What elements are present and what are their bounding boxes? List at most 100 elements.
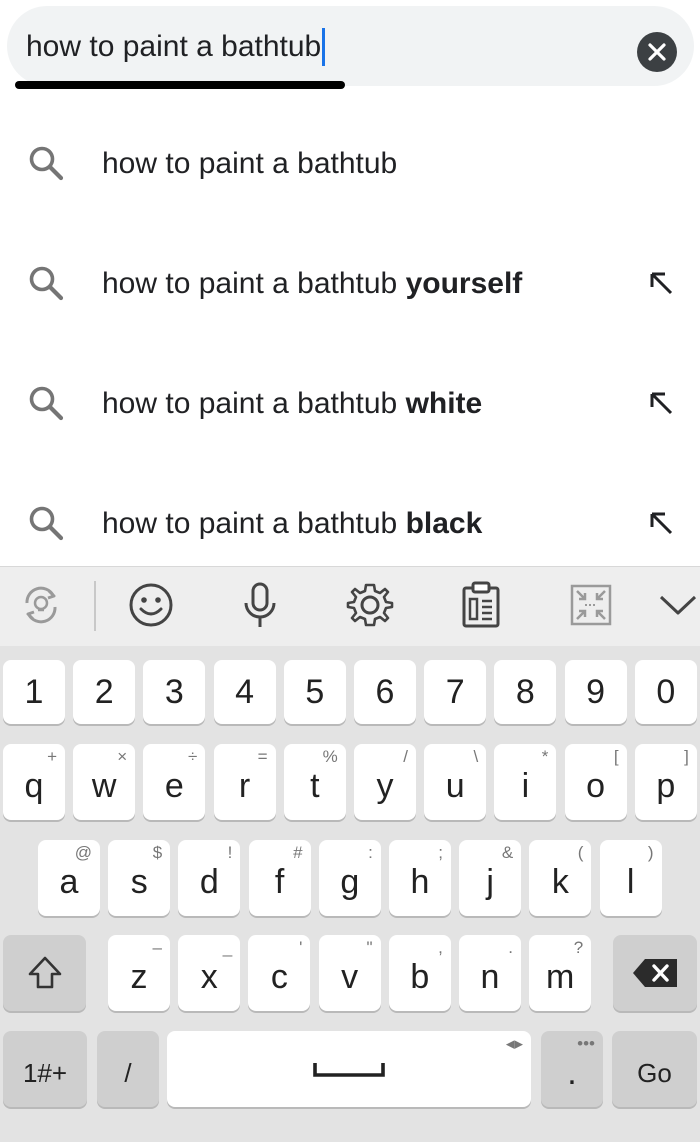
key-a[interactable]: a @ xyxy=(38,840,100,916)
key-alt-label: [ xyxy=(613,747,619,766)
key-alt-label: \ xyxy=(473,747,479,766)
keyboard: 1 2 3 4 5 6 7 8 9 0 q + w × e ÷ r = t% y / u \ i * o[p] a @ s $ d! f # g:… xyxy=(0,566,700,1142)
fill-query-arrow-icon[interactable] xyxy=(645,267,677,299)
key-alt-label: ÷ xyxy=(188,747,198,766)
key-4[interactable]: 4 xyxy=(213,660,276,724)
key-alt-label: ? xyxy=(573,938,584,957)
suggestion-base: how to paint a bathtub xyxy=(102,507,406,540)
key-label: Go xyxy=(637,1057,672,1088)
key-f[interactable]: f # xyxy=(248,840,311,916)
key-alt-label: : xyxy=(368,843,373,862)
key-alt-label: – xyxy=(152,938,162,957)
suggestion-item[interactable]: how to paint a bathtub xyxy=(0,104,700,224)
key-2[interactable]: 2 xyxy=(73,660,136,724)
key-label: / xyxy=(124,1057,132,1088)
translate-button[interactable] xyxy=(15,579,67,631)
key-v[interactable]: v " xyxy=(318,935,381,1011)
key-9[interactable]: 9 xyxy=(564,660,627,724)
key-b[interactable]: b, xyxy=(388,935,451,1011)
key-d[interactable]: d! xyxy=(178,840,241,916)
key-alt-label: ( xyxy=(577,843,584,862)
settings-button[interactable] xyxy=(344,579,396,631)
key-6[interactable]: 6 xyxy=(354,660,416,724)
key-r[interactable]: r = xyxy=(213,744,276,820)
suggestion-base: how to paint a bathtub xyxy=(102,267,406,300)
suggestion-item[interactable]: how to paint a bathtub yourself xyxy=(0,224,700,344)
go-key[interactable]: Go xyxy=(612,1031,697,1107)
key-label: 2 xyxy=(94,672,114,711)
backspace-key[interactable] xyxy=(613,935,697,1011)
key-alt-label: , xyxy=(438,938,443,957)
key-alt-label: = xyxy=(257,747,268,766)
key-label: 1#+ xyxy=(22,1057,68,1088)
key-label: c xyxy=(270,957,288,996)
key-label: h xyxy=(410,862,430,901)
key-l[interactable]: l) xyxy=(599,840,662,916)
key-3[interactable]: 3 xyxy=(143,660,206,724)
key-o[interactable]: o[ xyxy=(564,744,627,820)
key-8[interactable]: 8 xyxy=(494,660,557,724)
search-bar[interactable]: how to paint a bathtub xyxy=(7,6,694,86)
key-q[interactable]: q + xyxy=(3,744,65,820)
key-label: p xyxy=(656,766,676,805)
key-y[interactable]: y / xyxy=(354,744,416,820)
search-icon xyxy=(29,146,64,181)
key-g[interactable]: g: xyxy=(318,840,381,916)
key-label: y xyxy=(376,766,394,805)
suggestion-text: how to paint a bathtub xyxy=(102,144,397,184)
slash-key[interactable]: / xyxy=(97,1031,159,1107)
hide-keyboard-button[interactable] xyxy=(652,579,700,631)
voice-input-button[interactable] xyxy=(234,579,286,631)
key-label: x xyxy=(200,957,218,996)
shift-key[interactable] xyxy=(3,935,86,1011)
key-i[interactable]: i * xyxy=(494,744,557,820)
clear-search-button[interactable] xyxy=(637,32,677,72)
key-j[interactable]: j & xyxy=(459,840,522,916)
key-e[interactable]: e ÷ xyxy=(143,744,206,820)
key-label: w xyxy=(91,766,117,805)
search-icon xyxy=(29,266,64,301)
key-s[interactable]: s $ xyxy=(108,840,171,916)
key-alt-label: & xyxy=(501,843,514,862)
key-label: 7 xyxy=(445,672,465,711)
clipboard-button[interactable] xyxy=(455,579,507,631)
key-alt-label: . xyxy=(508,938,513,957)
key-label: f xyxy=(274,862,285,901)
fill-query-arrow-icon[interactable] xyxy=(645,387,677,419)
key-alt-label: ! xyxy=(227,843,233,862)
text-cursor xyxy=(322,28,326,66)
key-label: 0 xyxy=(656,672,676,711)
key-0[interactable]: 0 xyxy=(634,660,697,724)
key-z[interactable]: z – xyxy=(108,935,170,1011)
search-input[interactable]: how to paint a bathtub xyxy=(26,28,326,66)
key-alt-label: " xyxy=(366,938,373,957)
suggestion-completion: yourself xyxy=(405,267,523,300)
key-5[interactable]: 5 xyxy=(283,660,346,724)
key-w[interactable]: w × xyxy=(73,744,136,820)
key-u[interactable]: u \ xyxy=(424,744,487,820)
key-t[interactable]: t% xyxy=(283,744,346,820)
space-key[interactable]: ◂▸ xyxy=(167,1031,531,1107)
microphone-icon xyxy=(244,582,276,627)
space-icon xyxy=(313,1063,385,1077)
key-h[interactable]: h; xyxy=(389,840,451,916)
fill-query-arrow-icon[interactable] xyxy=(645,507,677,539)
suggestion-item[interactable]: how to paint a bathtub white xyxy=(0,344,700,464)
key-alt-label: @ xyxy=(74,843,92,862)
key-x[interactable]: x _ xyxy=(178,935,241,1011)
suggestion-completion: white xyxy=(405,387,483,420)
key-c[interactable]: c ' xyxy=(248,935,311,1011)
key-1[interactable]: 1 xyxy=(3,660,65,724)
key-k[interactable]: k( xyxy=(529,840,592,916)
key-label: 3 xyxy=(164,672,184,711)
key-7[interactable]: 7 xyxy=(424,660,487,724)
search-underline xyxy=(15,81,345,89)
resize-keyboard-button[interactable] xyxy=(565,579,617,631)
key-n[interactable]: n. xyxy=(459,935,521,1011)
search-icon xyxy=(29,506,64,541)
key-m[interactable]: m? xyxy=(529,935,592,1011)
period-key[interactable]: . ••• xyxy=(541,1031,603,1107)
emoji-button[interactable] xyxy=(125,579,177,631)
key-p[interactable]: p] xyxy=(634,744,697,820)
symbols-key[interactable]: 1#+ xyxy=(3,1031,87,1107)
